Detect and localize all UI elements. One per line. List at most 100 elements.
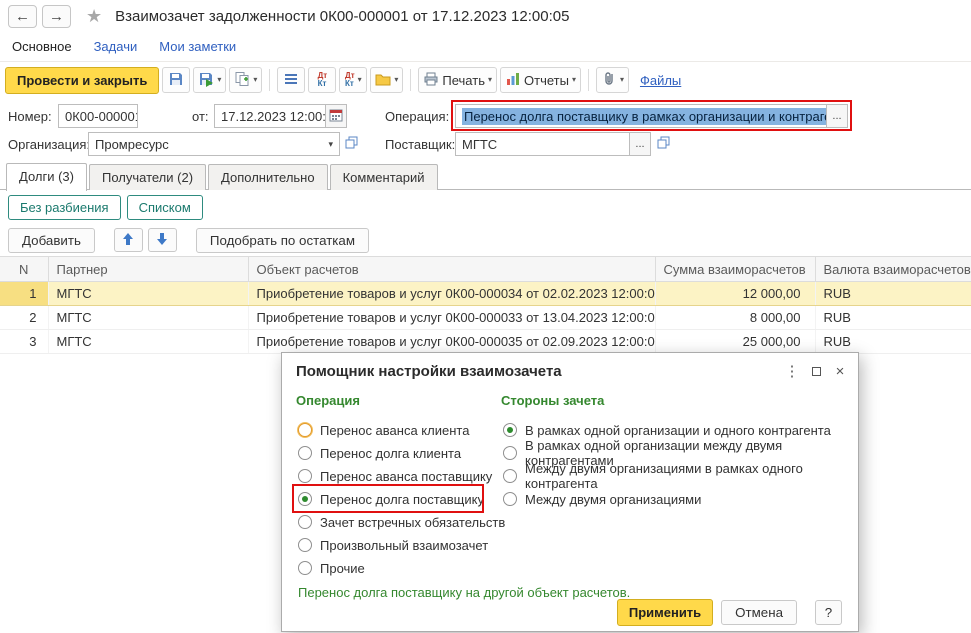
nav-tab-tasks[interactable]: Задачи <box>94 39 138 54</box>
tab-recipients[interactable]: Получатели (2) <box>88 164 207 190</box>
command-toolbar: Провести и закрыть ▾ ▾ Дт Кт Дт Кт ▾ ▾ Печ… <box>0 62 971 98</box>
toolbar-separator <box>269 69 271 91</box>
col-header-currency[interactable]: Валюта взаиморасчетов <box>814 256 971 282</box>
files-link[interactable]: Файлы <box>640 73 681 88</box>
toolbar-separator <box>410 69 412 91</box>
dropdown-arrow-icon: ▾ <box>217 75 222 84</box>
add-row-button[interactable]: Добавить <box>8 227 95 253</box>
post-and-close-button[interactable]: Провести и закрыть <box>5 66 160 94</box>
radio-arbitrary-offset[interactable]: Произвольный взаимозачет <box>298 534 488 556</box>
folder-menu-button[interactable]: ▾ <box>370 67 404 93</box>
radio-two-orgs[interactable]: Между двумя организациями <box>503 488 701 510</box>
pick-by-balances-button[interactable]: Подобрать по остаткам <box>195 227 369 253</box>
postings-menu-button[interactable]: Дт Кт ▾ <box>339 67 368 93</box>
save-button[interactable] <box>162 67 191 93</box>
create-based-on-button[interactable]: ▾ <box>229 67 263 93</box>
apply-button[interactable]: Применить <box>616 599 714 626</box>
radio-icon <box>503 446 517 460</box>
operation-label: Операция: <box>385 109 450 124</box>
radio-transfer-client-debt[interactable]: Перенос долга клиента <box>298 442 461 464</box>
help-button[interactable]: ? <box>815 600 842 625</box>
supplier-more-button[interactable]: ... <box>629 132 651 156</box>
dropdown-arrow-icon: ▾ <box>357 75 362 84</box>
list-icon <box>283 71 299 90</box>
operation-more-button[interactable]: ... <box>826 104 848 128</box>
maximize-icon <box>811 366 821 376</box>
debts-table: N Партнер Объект расчетов Сумма взаимора… <box>0 256 971 354</box>
number-field[interactable]: 0К00-000001 <box>58 104 138 128</box>
col-header-sum[interactable]: Сумма взаиморасчетов <box>654 256 816 282</box>
debit-credit-icon: Дт Кт <box>345 71 355 88</box>
col-header-partner[interactable]: Партнер <box>47 256 249 282</box>
radio-other[interactable]: Прочие <box>298 557 365 579</box>
dialog-title: Помощник настройки взаимозачета <box>296 362 562 380</box>
dialog-footer: Применить Отмена ? <box>616 599 842 626</box>
radio-icon <box>298 538 312 552</box>
dropdown-arrow-icon: ▾ <box>253 75 258 84</box>
radio-icon <box>298 515 312 529</box>
favorite-star-icon[interactable]: ★ <box>86 6 102 27</box>
supplier-open-button[interactable] <box>653 132 673 156</box>
cancel-button[interactable]: Отмена <box>721 600 797 625</box>
page-title: Взаимозачет задолженности 0К00-000001 от… <box>115 7 570 25</box>
print-button[interactable]: Печать ▾ <box>418 67 497 93</box>
table-row[interactable]: 1 МГТС Приобретение товаров и услуг 0К00… <box>0 281 971 306</box>
radio-icon <box>298 446 312 460</box>
radio-transfer-client-advance[interactable]: Перенос аванса клиента <box>298 419 469 441</box>
radio-transfer-supplier-debt[interactable]: Перенос долга поставщику <box>298 488 484 510</box>
radio-icon <box>503 423 517 437</box>
tab-debts[interactable]: Долги (3) <box>6 163 87 191</box>
operation-field[interactable]: Перенос долга поставщику в рамках органи… <box>455 104 827 128</box>
toolbar-separator <box>587 69 589 91</box>
registers-list-button[interactable] <box>277 67 306 93</box>
floppy-icon <box>168 71 184 90</box>
reports-button[interactable]: Отчеты ▾ <box>500 67 581 93</box>
col-header-n[interactable]: N <box>0 256 49 282</box>
combo-dropdown-icon[interactable]: ▾ <box>328 139 333 150</box>
calendar-button[interactable] <box>325 104 347 128</box>
table-row[interactable]: 2 МГТС Приобретение товаров и услуг 0К00… <box>0 305 971 330</box>
sides-group-title: Стороны зачета <box>501 393 605 408</box>
section-tabstrip: Долги (3) Получатели (2) Дополнительно К… <box>0 160 971 191</box>
dialog-maximize-button[interactable] <box>804 359 828 383</box>
bar-chart-icon <box>505 71 521 90</box>
radio-two-orgs-one-contractor[interactable]: Между двумя организациями в рамках одног… <box>503 461 858 491</box>
radio-icon <box>298 423 312 437</box>
operation-hint-text: Перенос долга поставщику на другой объек… <box>298 585 631 600</box>
radio-offset-mutual-obligations[interactable]: Зачет встречных обязательств <box>298 511 505 533</box>
dropdown-arrow-icon: ▾ <box>571 75 576 84</box>
date-field[interactable]: 17.12.2023 12:00:05 <box>214 104 326 128</box>
view-switch-no-split[interactable]: Без разбиения <box>8 194 121 220</box>
back-button[interactable]: ← <box>8 4 37 28</box>
col-header-object[interactable]: Объект расчетов <box>247 256 656 282</box>
organization-open-button[interactable] <box>341 132 361 156</box>
dropdown-arrow-icon: ▾ <box>619 75 624 84</box>
paperclip-icon <box>601 71 617 90</box>
view-switch-row: Без разбиения Списком <box>0 190 971 224</box>
dialog-header: Помощник настройки взаимозачета ⋮ × <box>282 353 858 389</box>
offset-assistant-dialog: Помощник настройки взаимозачета ⋮ × Опер… <box>281 352 859 632</box>
radio-icon <box>298 561 312 575</box>
forward-button[interactable]: → <box>42 4 71 28</box>
radio-transfer-supplier-advance[interactable]: Перенос аванса поставщику <box>298 465 492 487</box>
view-switch-list[interactable]: Списком <box>126 194 203 220</box>
move-row-up-button[interactable] <box>113 228 143 252</box>
tab-additional[interactable]: Дополнительно <box>208 164 328 190</box>
dialog-close-button[interactable]: × <box>828 359 852 383</box>
table-header-row: N Партнер Объект расчетов Сумма взаимора… <box>0 256 971 282</box>
date-label: от: <box>192 109 209 124</box>
move-row-down-button[interactable] <box>147 228 177 252</box>
reports-button-label: Отчеты <box>524 72 569 88</box>
save-and-post-button[interactable]: ▾ <box>193 67 227 93</box>
supplier-field[interactable]: МГТС <box>455 132 630 156</box>
dropdown-arrow-icon: ▾ <box>394 75 399 84</box>
nav-tab-notes[interactable]: Мои заметки <box>159 39 236 54</box>
nav-tab-main[interactable]: Основное <box>12 39 72 54</box>
organization-combo[interactable]: Промресурс ▾ <box>88 132 340 156</box>
table-row[interactable]: 3 МГТС Приобретение товаров и услуг 0К00… <box>0 329 971 354</box>
postings-button[interactable]: Дт Кт <box>308 67 337 93</box>
dialog-menu-button[interactable]: ⋮ <box>780 359 804 383</box>
tab-comment[interactable]: Комментарий <box>329 164 438 190</box>
back-arrow-icon: ← <box>15 7 30 25</box>
attachments-button[interactable]: ▾ <box>595 67 629 93</box>
